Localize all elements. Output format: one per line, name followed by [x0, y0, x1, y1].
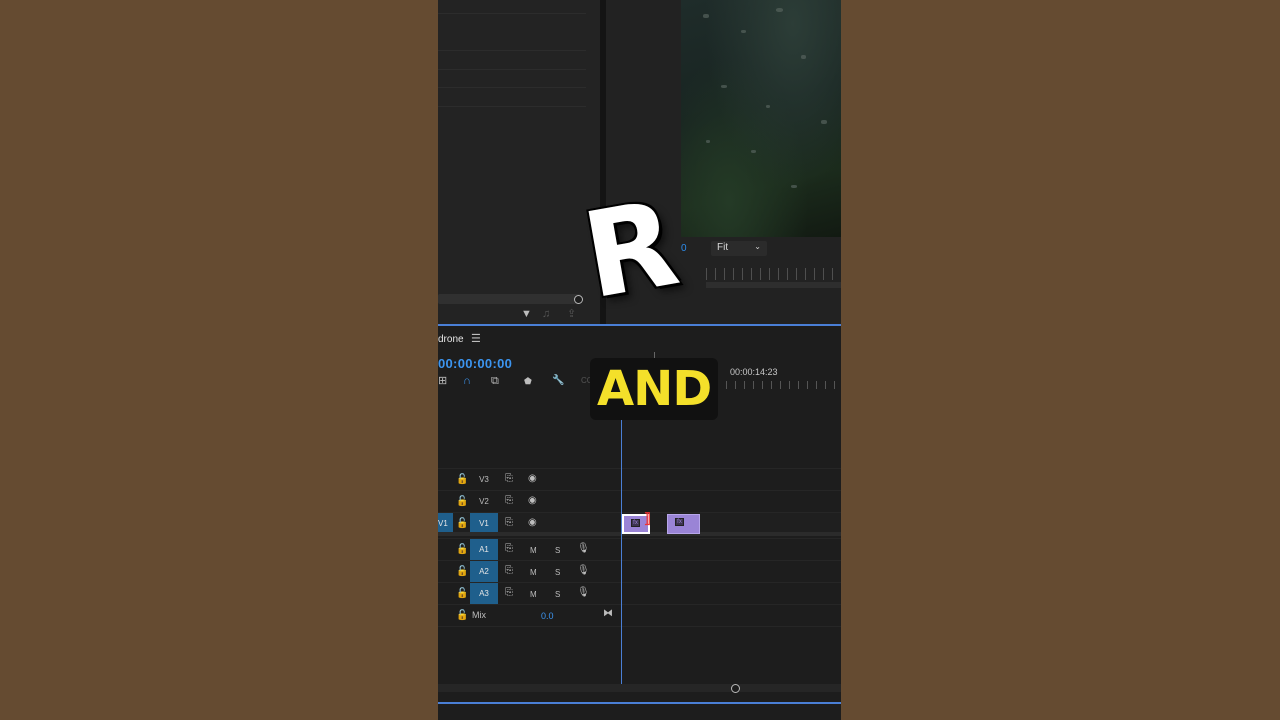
eye-icon[interactable]: ◉	[528, 473, 537, 485]
track-row-v3: 🔓 V3 ⎘ ◉	[438, 468, 841, 490]
track-target-a2[interactable]: A2	[470, 561, 498, 583]
playhead-timecode[interactable]: 00:00:00:00	[438, 356, 512, 371]
sync-lock-icon[interactable]: ⎘	[505, 517, 513, 529]
ripple-edit-icon[interactable]: ⊞	[438, 375, 447, 387]
list-row-divider	[438, 106, 586, 107]
track-target-v3[interactable]: V3	[470, 469, 498, 491]
filter-icon[interactable]: ▼	[521, 308, 532, 320]
track-row-mix: 🔓 Mix 0.0 ⧓	[438, 604, 841, 626]
rock-detail	[766, 105, 770, 108]
mute-button[interactable]: M	[530, 545, 537, 557]
track-header-a3: 🔓 A3 ⎘ M S 🎙	[438, 583, 618, 605]
panel-bottom-border	[438, 702, 841, 704]
lock-icon[interactable]: 🔓	[456, 544, 468, 555]
rock-detail	[721, 85, 727, 88]
mix-label: Mix	[472, 610, 486, 620]
timeline-horizontal-scrollbar[interactable]	[438, 684, 841, 692]
project-panel: ▼ ♫ ⇪	[438, 0, 600, 324]
mix-volume-value[interactable]: 0.0	[541, 611, 554, 621]
monitor-time-ruler[interactable]	[706, 268, 841, 280]
track-header-a1: 🔓 A1 ⎘ M S 🎙	[438, 539, 618, 561]
solo-button[interactable]: S	[555, 589, 560, 601]
eye-icon[interactable]: ◉	[528, 517, 537, 529]
rock-detail	[751, 150, 756, 153]
list-row-divider	[438, 87, 586, 88]
mute-button[interactable]: M	[530, 589, 537, 601]
track-header-mix: 🔓 Mix 0.0 ⧓	[438, 605, 618, 627]
lock-icon[interactable]: 🔓	[456, 566, 468, 577]
lock-icon[interactable]: 🔓	[456, 518, 468, 529]
sync-lock-icon[interactable]: ⎘	[505, 473, 513, 485]
video-preview	[681, 0, 841, 237]
empty-track-area	[438, 626, 841, 648]
rock-detail	[791, 185, 797, 188]
ripple-trim-cursor-icon: ⟧	[644, 510, 651, 526]
playhead-line[interactable]	[621, 418, 622, 684]
video-clip[interactable]: fx	[667, 514, 700, 534]
microphone-icon[interactable]: 🎙	[577, 543, 590, 555]
list-row-divider	[438, 50, 586, 51]
track-target-a3[interactable]: A3	[470, 583, 498, 605]
lock-icon[interactable]: 🔓	[456, 610, 468, 621]
panel-menu-icon[interactable]: ☰	[471, 332, 481, 345]
track-target-a1[interactable]: A1	[470, 539, 498, 561]
track-row-v2: 🔓 V2 ⎘ ◉	[438, 490, 841, 512]
sync-lock-icon[interactable]: ⎘	[505, 587, 513, 599]
fit-dropdown[interactable]: Fit ⌄	[711, 241, 767, 256]
track-row-a3: 🔓 A3 ⎘ M S 🎙	[438, 582, 841, 605]
music-icon[interactable]: ♫	[542, 308, 550, 320]
solo-button[interactable]: S	[555, 545, 560, 557]
project-zoom-handle[interactable]	[574, 295, 583, 304]
monitor-scrollbar[interactable]	[706, 282, 841, 288]
lock-icon[interactable]: 🔓	[456, 496, 468, 507]
sequence-tab[interactable]: drone	[438, 334, 464, 345]
track-row-a2: 🔓 A2 ⎘ M S 🎙	[438, 560, 841, 583]
ruler-time-label: 00:00:14:23	[730, 367, 778, 377]
chevron-down-icon: ⌄	[754, 242, 761, 251]
lock-icon[interactable]: 🔓	[456, 474, 468, 485]
fx-badge: fx	[631, 519, 640, 527]
track-header-v2: 🔓 V2 ⎘ ◉	[438, 491, 618, 513]
wrench-settings-icon[interactable]: 🔧	[552, 375, 564, 387]
timeline-zoom-handle[interactable]	[731, 684, 740, 693]
fx-badge: fx	[675, 518, 684, 526]
lock-icon[interactable]: 🔓	[456, 588, 468, 599]
export-icon[interactable]: ⇪	[567, 308, 576, 320]
mute-button[interactable]: M	[530, 567, 537, 579]
microphone-icon[interactable]: 🎙	[577, 565, 590, 577]
track-header-a2: 🔓 A2 ⎘ M S 🎙	[438, 561, 618, 583]
rock-detail	[703, 14, 709, 18]
rock-detail	[706, 140, 710, 143]
track-header-v3: 🔓 V3 ⎘ ◉	[438, 469, 618, 491]
add-marker-icon[interactable]: ⬟	[524, 375, 532, 387]
rock-detail	[821, 120, 827, 124]
list-row-divider	[438, 69, 586, 70]
sync-lock-icon[interactable]: ⎘	[505, 565, 513, 577]
solo-button[interactable]: S	[555, 567, 560, 579]
track-target-v2[interactable]: V2	[470, 491, 498, 513]
rock-detail	[776, 8, 783, 12]
caption-word: AND	[590, 358, 719, 420]
sync-lock-icon[interactable]: ⎘	[505, 543, 513, 555]
linked-selection-icon[interactable]: ⧉	[491, 375, 499, 387]
project-horizontal-scrollbar[interactable]	[438, 294, 581, 304]
eye-icon[interactable]: ◉	[528, 495, 537, 507]
rock-detail	[801, 55, 806, 59]
microphone-icon[interactable]: 🎙	[577, 587, 590, 599]
bowtie-icon[interactable]: ⧓	[603, 608, 613, 620]
snap-magnet-icon[interactable]: ∩	[463, 375, 471, 387]
sync-lock-icon[interactable]: ⎘	[505, 495, 513, 507]
track-row-a1: 🔓 A1 ⎘ M S 🎙	[438, 538, 841, 561]
fit-dropdown-label: Fit	[717, 242, 729, 253]
list-row-divider	[438, 13, 586, 14]
rock-detail	[741, 30, 746, 33]
caption-big-letter: R	[573, 173, 688, 326]
